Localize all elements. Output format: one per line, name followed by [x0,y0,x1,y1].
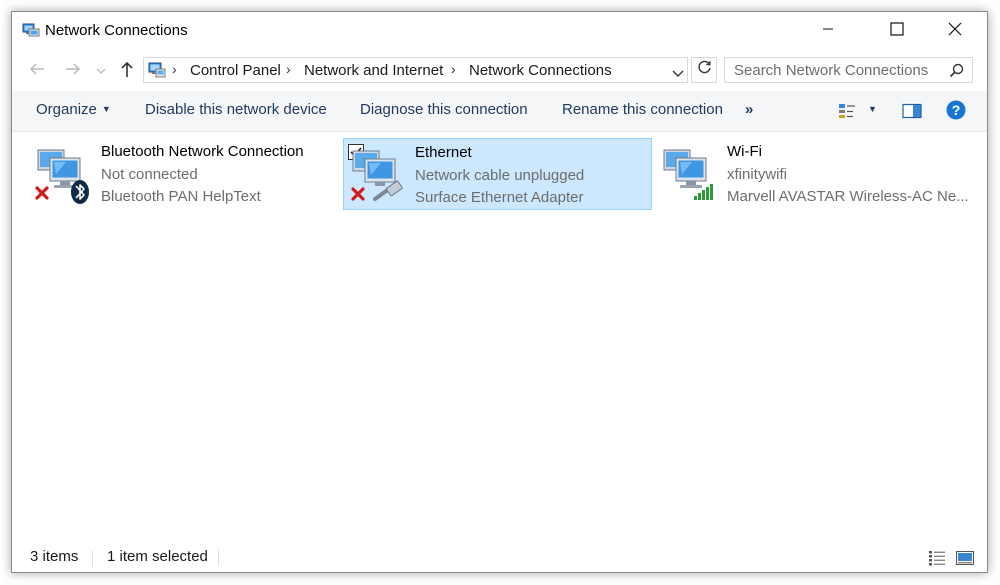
selection-count: 1 item selected [107,548,208,565]
preview-pane-icon[interactable] [902,103,922,124]
breadcrumb-network-and-internet[interactable]: Network and Internet [304,62,443,79]
control-panel-icon [148,61,166,84]
large-icons-view-icon[interactable] [956,550,974,571]
svg-text:?: ? [952,102,961,118]
connection-name: Ethernet [415,144,472,161]
connection-device: Marvell AVASTAR Wireless-AC Ne... [727,188,969,205]
refresh-icon [697,60,712,80]
back-arrow-icon [28,62,46,81]
search-input[interactable]: Search Network Connections [724,57,973,83]
maximize-icon [890,21,904,41]
connection-device: Surface Ethernet Adapter [415,189,584,206]
connection-device: Bluetooth PAN HelpText [101,188,261,205]
wifi-network-icon [658,140,728,210]
up-arrow-icon [120,60,134,83]
address-row: › Control Panel › Network and Internet ›… [12,56,987,88]
chevron-down-icon [96,62,106,80]
window-title: Network Connections [45,22,188,39]
change-view-icon[interactable] [838,103,856,124]
details-view-icon[interactable] [928,550,946,571]
command-bar: Organize ▼ Disable this network device Di… [12,91,987,132]
diagnose-connection-button[interactable]: Diagnose this connection [360,101,528,118]
item-count: 3 items [30,548,79,565]
search-placeholder: Search Network Connections [734,62,929,79]
breadcrumb-separator[interactable]: › [451,61,456,77]
disable-device-button[interactable]: Disable this network device [145,101,327,118]
connection-item-ethernet[interactable]: Ethernet Network cable unplugged Surface… [343,138,652,210]
breadcrumb-control-panel[interactable]: Control Panel [190,62,281,79]
network-connections-icon [22,23,40,39]
recent-locations-button[interactable] [94,60,108,82]
caret-down-icon: ▼ [101,104,111,114]
more-commands-button[interactable]: » [745,101,753,118]
address-bar[interactable]: › Control Panel › Network and Internet ›… [143,57,688,83]
connection-status: Not connected [101,166,198,183]
rename-connection-button[interactable]: Rename this connection [562,101,723,118]
connection-status: Network cable unplugged [415,167,585,184]
bluetooth-network-icon [32,140,102,210]
breadcrumb-separator[interactable]: › [172,61,177,77]
up-button[interactable] [116,60,138,82]
minimize-icon [822,22,834,40]
title-bar[interactable]: Network Connections [12,12,987,50]
connection-item-wifi[interactable]: Wi-Fi xfinitywifi Marvell AVASTAR Wirele… [656,138,976,210]
close-button[interactable] [932,12,978,50]
search-icon[interactable] [949,63,964,83]
breadcrumb-separator[interactable]: › [286,61,291,77]
status-divider [92,550,93,566]
ethernet-network-icon [345,141,415,211]
status-bar: 3 items 1 item selected [12,544,987,572]
refresh-button[interactable] [691,57,717,83]
connection-name: Wi-Fi [727,143,762,160]
organize-label: Organize [36,101,97,118]
explorer-window: Network Connections › Control Panel › Ne… [11,11,988,573]
forward-arrow-icon [64,62,82,81]
connection-name: Bluetooth Network Connection [101,143,304,160]
view-options-caret-icon[interactable]: ▼ [868,104,877,114]
organize-button[interactable]: Organize ▼ [36,101,111,118]
back-button[interactable] [26,60,48,82]
connection-item-bluetooth[interactable]: Bluetooth Network Connection Not connect… [30,138,340,210]
forward-button[interactable] [62,60,84,82]
close-icon [948,22,962,41]
minimize-button[interactable] [805,12,851,50]
breadcrumb-network-connections[interactable]: Network Connections [469,62,612,79]
status-divider [218,550,219,566]
connection-status: xfinitywifi [727,166,788,183]
address-dropdown-chevron-down-icon[interactable] [672,65,684,83]
maximize-button[interactable] [874,12,920,50]
help-icon[interactable]: ? [946,100,966,125]
